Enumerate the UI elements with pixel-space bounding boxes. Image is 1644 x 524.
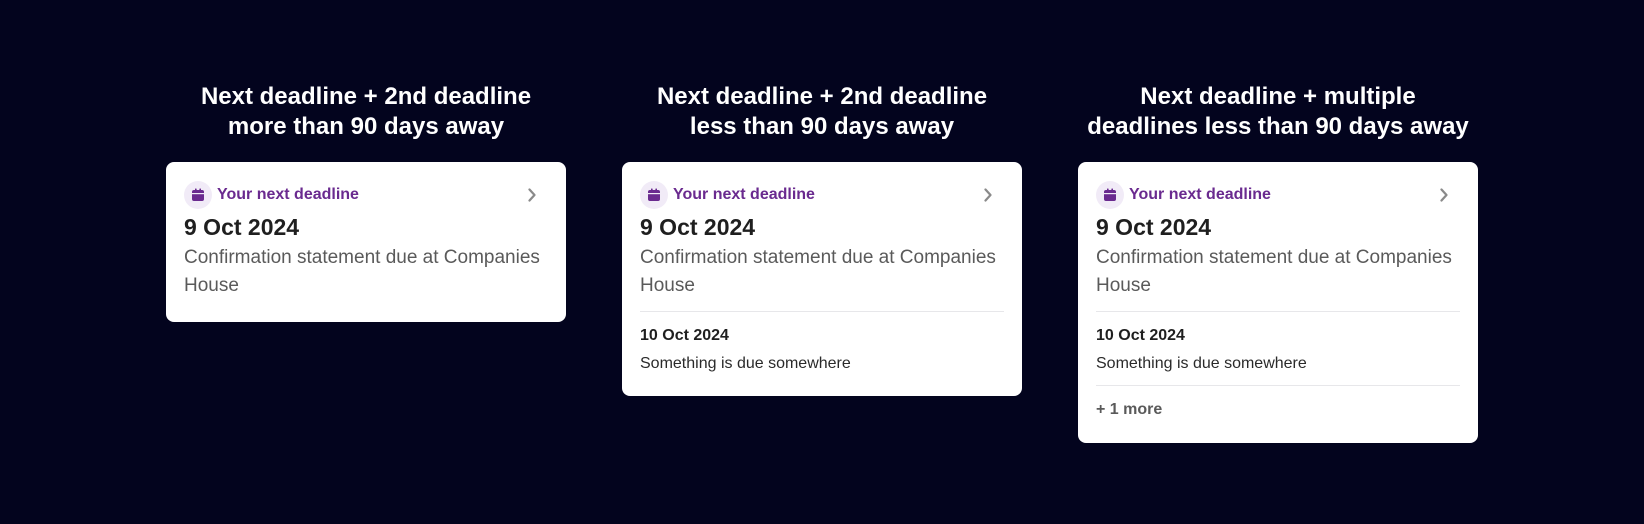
variant-title-line-2: more than 90 days away xyxy=(227,113,505,140)
chevron-right-icon[interactable] xyxy=(980,187,996,203)
chevron-right-icon[interactable] xyxy=(524,187,540,203)
second-deadline-date: 10 Oct 2024 xyxy=(640,327,729,344)
variant-title: Next deadline + 2nd deadline less than 9… xyxy=(622,82,1022,142)
calendar-icon xyxy=(640,181,668,209)
divider xyxy=(1096,311,1460,312)
divider xyxy=(640,311,1004,312)
card-header-label: Your next deadline xyxy=(673,186,815,203)
variant-title-line-2: deadlines less than 90 days away xyxy=(1087,113,1469,140)
next-deadline-card[interactable]: Your next deadline 9 Oct 2024 Confirmati… xyxy=(166,162,566,322)
deadline-date: 9 Oct 2024 xyxy=(1096,214,1212,240)
deadline-description: Confirmation statement due at Companies … xyxy=(1096,247,1452,296)
next-deadline-card[interactable]: Your next deadline 9 Oct 2024 Confirmati… xyxy=(1078,162,1478,443)
variant-title-line-1: Next deadline + multiple xyxy=(1140,83,1416,110)
calendar-icon xyxy=(1096,181,1124,209)
card-header-label: Your next deadline xyxy=(217,186,359,203)
deadline-date: 9 Oct 2024 xyxy=(184,214,300,240)
deadline-description: Confirmation statement due at Companies … xyxy=(184,247,540,296)
variant-title: Next deadline + 2nd deadline more than 9… xyxy=(166,82,566,142)
variant-title: Next deadline + multiple deadlines less … xyxy=(1078,82,1478,142)
card-header: Your next deadline xyxy=(1096,180,1460,210)
deadline-date: 9 Oct 2024 xyxy=(640,214,756,240)
card-header: Your next deadline xyxy=(184,180,548,210)
card-header: Your next deadline xyxy=(640,180,1004,210)
more-deadlines-link[interactable]: + 1 more xyxy=(1096,400,1162,420)
variant-title-line-2: less than 90 days away xyxy=(689,113,955,140)
next-deadline-card[interactable]: Your next deadline 9 Oct 2024 Confirmati… xyxy=(622,162,1022,396)
second-deadline-date: 10 Oct 2024 xyxy=(1096,327,1185,344)
divider xyxy=(1096,385,1460,386)
variant-title-line-1: Next deadline + 2nd deadline xyxy=(656,83,988,110)
deadline-description: Confirmation statement due at Companies … xyxy=(640,247,996,296)
variant-title-line-1: Next deadline + 2nd deadline xyxy=(200,83,532,110)
second-deadline-description: Something is due somewhere xyxy=(1096,355,1307,372)
card-header-label: Your next deadline xyxy=(1129,186,1271,203)
chevron-right-icon[interactable] xyxy=(1436,187,1452,203)
second-deadline-description: Something is due somewhere xyxy=(640,355,851,372)
calendar-icon xyxy=(184,181,212,209)
